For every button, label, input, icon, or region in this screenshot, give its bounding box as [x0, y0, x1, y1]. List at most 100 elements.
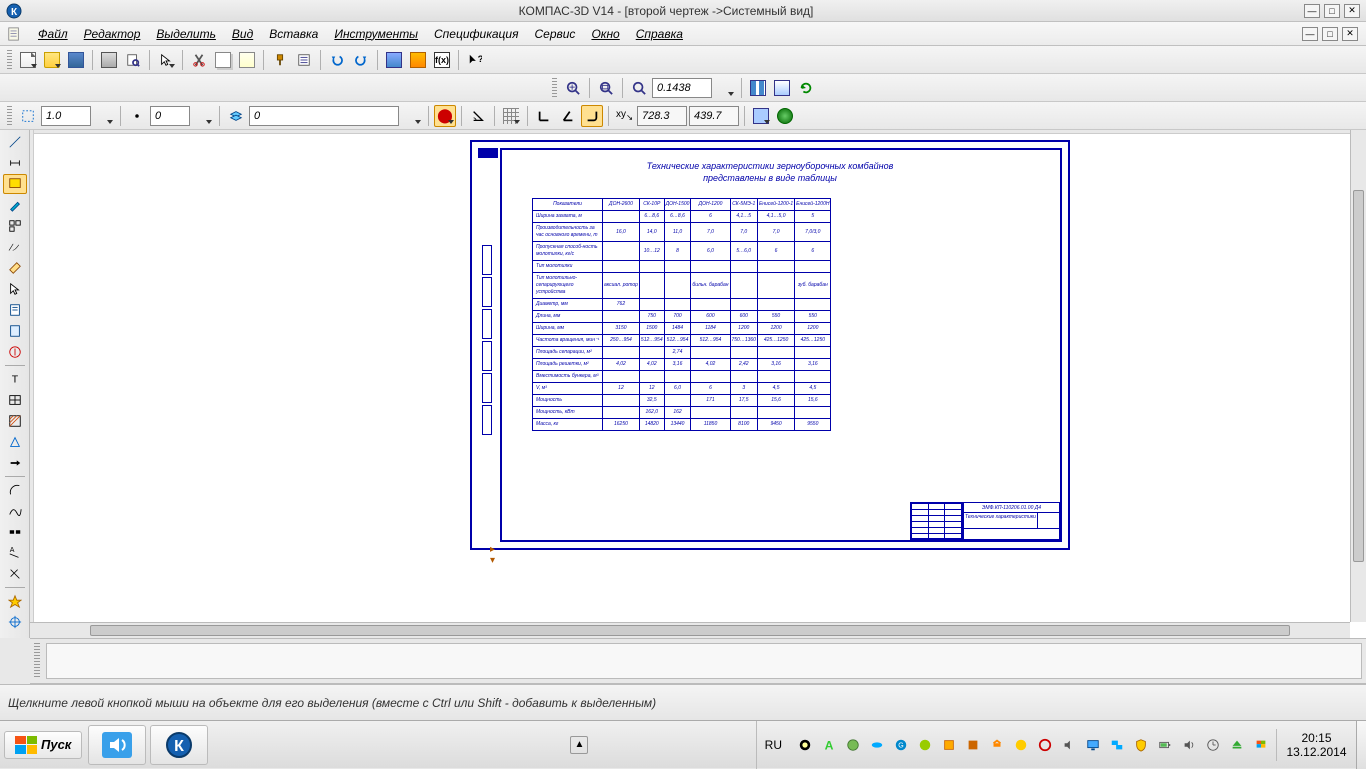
arc-tool-button[interactable] — [3, 480, 27, 500]
tray-icon-8[interactable] — [964, 736, 982, 754]
tray-icon-9[interactable] — [988, 736, 1006, 754]
params-panel-button[interactable]: ∕୵ — [3, 237, 27, 257]
doc-icon[interactable] — [2, 23, 26, 45]
point-style-icon[interactable] — [126, 105, 148, 127]
tray-icon-5[interactable]: G — [892, 736, 910, 754]
language-indicator[interactable]: RU — [756, 721, 790, 769]
menu-view[interactable]: Вид — [224, 24, 261, 44]
menu-spec[interactable]: Спецификация — [426, 24, 526, 44]
paste-button[interactable] — [236, 49, 258, 71]
line-style-dropdown[interactable] — [93, 105, 115, 127]
tray-icon-10[interactable] — [1012, 736, 1030, 754]
tray-shield-icon[interactable] — [1132, 736, 1150, 754]
annotate-panel-button[interactable] — [3, 174, 27, 194]
layer-icon[interactable] — [225, 105, 247, 127]
drawing-sheet[interactable]: Технические характеристики зерноуборочны… — [470, 140, 1070, 550]
zoom-fit-button[interactable] — [628, 77, 650, 99]
zoom-in-button[interactable] — [562, 77, 584, 99]
taskbar-clock[interactable]: 20:15 13.12.2014 — [1276, 729, 1356, 761]
tray-flag-icon[interactable] — [1252, 736, 1270, 754]
hatch-button[interactable] — [3, 411, 27, 431]
menu-tools[interactable]: Инструменты — [326, 24, 426, 44]
redo-button[interactable] — [350, 49, 372, 71]
zoom-dropdown[interactable] — [714, 77, 736, 99]
snap-toggle-button[interactable]: ⬤ — [434, 105, 456, 127]
tray-icon-7[interactable] — [940, 736, 958, 754]
line-style-select[interactable] — [41, 106, 91, 126]
edit-panel-button[interactable] — [3, 195, 27, 215]
point-style-dropdown[interactable] — [192, 105, 214, 127]
zoom-window-button[interactable] — [595, 77, 617, 99]
tray-icon-3[interactable] — [844, 736, 862, 754]
taskbar-app-volume[interactable] — [88, 725, 146, 765]
mdi-close-button[interactable]: ✕ — [1342, 27, 1358, 41]
show-desktop-button[interactable] — [1356, 721, 1366, 769]
zoom-value-input[interactable] — [652, 78, 712, 98]
print-preview-button[interactable] — [122, 49, 144, 71]
minimize-button[interactable]: — — [1304, 4, 1320, 18]
menu-window[interactable]: Окно — [583, 24, 627, 44]
spec-panel-button[interactable] — [3, 300, 27, 320]
select-panel-button[interactable] — [3, 279, 27, 299]
tray-icon-1[interactable] — [796, 736, 814, 754]
cut-button[interactable] — [188, 49, 210, 71]
tray-battery-icon[interactable] — [1156, 736, 1174, 754]
geometry-panel-button[interactable] — [3, 132, 27, 152]
layer-dropdown[interactable] — [401, 105, 423, 127]
end-tool-button[interactable] — [3, 564, 27, 584]
select-tool-button[interactable] — [155, 49, 177, 71]
save-button[interactable] — [65, 49, 87, 71]
property-bar-grip[interactable] — [34, 643, 40, 679]
scrollbar-horizontal[interactable] — [30, 622, 1350, 638]
tray-icon-11[interactable] — [1036, 736, 1054, 754]
tray-overflow-button[interactable]: ▲ — [570, 736, 588, 754]
doc-manager-button[interactable] — [383, 49, 405, 71]
local-cs-button[interactable] — [750, 105, 772, 127]
menu-insert[interactable]: Вставка — [261, 24, 326, 44]
context-help-button[interactable]: ? — [464, 49, 486, 71]
measure-panel-button[interactable] — [3, 258, 27, 278]
table-insert-button[interactable] — [3, 390, 27, 410]
panels-button[interactable] — [771, 77, 793, 99]
close-button[interactable]: ✕ — [1344, 4, 1360, 18]
undo-button[interactable] — [326, 49, 348, 71]
copy-button[interactable] — [212, 49, 234, 71]
tray-icon-4[interactable] — [868, 736, 886, 754]
text-input-button[interactable]: T — [3, 369, 27, 389]
dims-panel-button[interactable] — [3, 153, 27, 173]
grid-toggle-button[interactable] — [500, 105, 522, 127]
tray-clock-icon[interactable] — [1204, 736, 1222, 754]
print-button[interactable] — [98, 49, 120, 71]
toolbar-grip[interactable] — [7, 106, 12, 126]
break-tool-button[interactable] — [3, 522, 27, 542]
split-view-button[interactable] — [747, 77, 769, 99]
ortho-up-button[interactable] — [533, 105, 555, 127]
libraries-button[interactable] — [407, 49, 429, 71]
layer-select[interactable] — [249, 106, 399, 126]
spline-tool-button[interactable] — [3, 501, 27, 521]
mdi-minimize-button[interactable]: — — [1302, 27, 1318, 41]
tray-speaker-icon[interactable] — [1180, 736, 1198, 754]
views-arrow-button[interactable] — [3, 453, 27, 473]
maximize-button[interactable]: □ — [1324, 4, 1340, 18]
drawing-canvas[interactable]: Технические характеристики зерноуборочны… — [30, 130, 1366, 638]
start-button[interactable]: Пуск — [4, 731, 82, 759]
toolbar-grip[interactable] — [552, 78, 557, 98]
angle-snap-button[interactable] — [467, 105, 489, 127]
menu-edit[interactable]: Редактор — [76, 24, 149, 44]
symbol-button[interactable] — [3, 432, 27, 452]
tray-icon-2[interactable]: A — [820, 736, 838, 754]
refresh-view-button[interactable] — [795, 77, 817, 99]
global-cs-button[interactable] — [774, 105, 796, 127]
target-tool-button[interactable] — [3, 612, 27, 632]
tray-volume-icon[interactable] — [1060, 736, 1078, 754]
taskbar-app-kompas[interactable]: К — [150, 725, 208, 765]
point-style-select[interactable] — [150, 106, 190, 126]
variables-button[interactable]: f(x) — [431, 49, 453, 71]
views-panel-button[interactable] — [3, 216, 27, 236]
tray-icon-6[interactable] — [916, 736, 934, 754]
open-button[interactable] — [41, 49, 63, 71]
rounding-toggle-button[interactable] — [581, 105, 603, 127]
new-doc-button[interactable] — [17, 49, 39, 71]
tray-monitor-icon[interactable] — [1084, 736, 1102, 754]
